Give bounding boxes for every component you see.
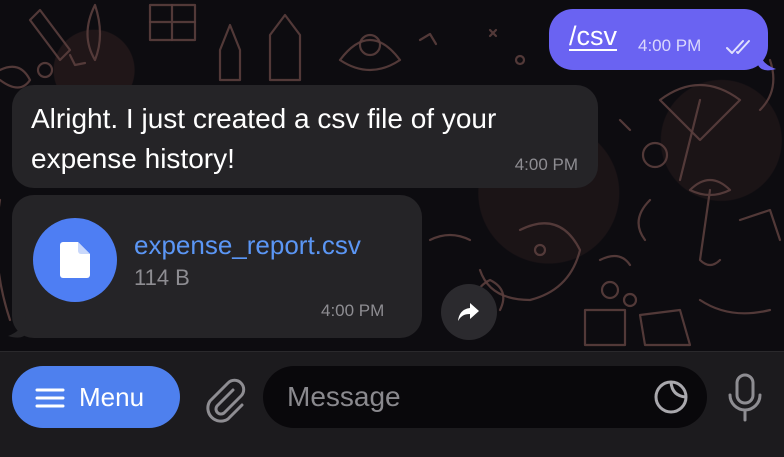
incoming-bubble-tail <box>8 316 26 338</box>
outgoing-message-time: 4:00 PM <box>638 36 702 55</box>
file-size: 114 B <box>134 265 190 290</box>
share-arrow-icon <box>458 303 479 321</box>
menu-button[interactable]: Menu <box>12 366 180 428</box>
file-name-link[interactable]: expense_report.csv <box>134 230 361 261</box>
file-message-bubble[interactable]: expense_report.csv 114 B 4:00 PM <box>12 195 422 338</box>
file-message-time: 4:00 PM <box>321 301 385 320</box>
microphone-icon[interactable] <box>725 372 765 424</box>
share-button[interactable] <box>441 284 497 340</box>
incoming-message-time: 4:00 PM <box>514 155 578 174</box>
file-download-button[interactable] <box>33 218 117 302</box>
input-bar: Menu <box>0 351 784 457</box>
message-input[interactable] <box>287 366 627 428</box>
incoming-message-text: Alright. I just created a csv file of yo… <box>31 103 497 174</box>
hamburger-icon <box>35 388 65 408</box>
outgoing-message-bubble[interactable]: /csv 4:00 PM <box>549 9 768 70</box>
chat-area: /csv 4:00 PM Alright. I just created a c… <box>0 0 784 351</box>
menu-label: Menu <box>79 382 145 412</box>
outgoing-message-text[interactable]: /csv <box>569 21 617 52</box>
outgoing-bubble-tail <box>758 48 776 71</box>
message-field[interactable] <box>263 366 707 428</box>
paperclip-icon[interactable] <box>199 372 247 424</box>
double-check-icon <box>726 40 750 54</box>
sticker-icon[interactable] <box>653 379 689 415</box>
incoming-message-bubble[interactable]: Alright. I just created a csv file of yo… <box>12 85 598 188</box>
document-icon <box>60 242 90 278</box>
